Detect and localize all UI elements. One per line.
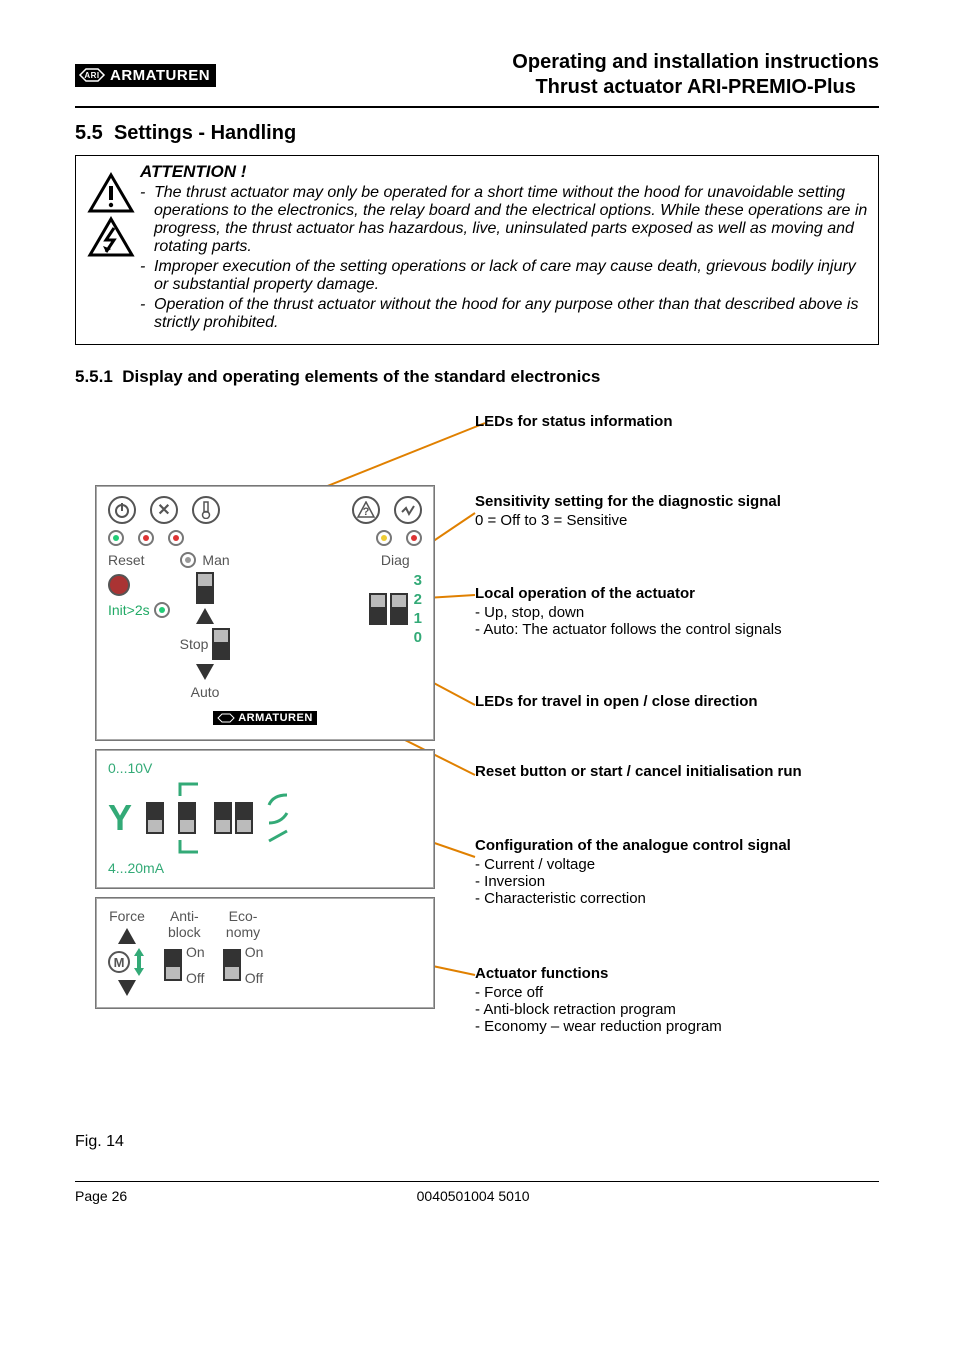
attention-body: ATTENTION ! -The thrust actuator may onl… <box>140 162 868 334</box>
falling-icon <box>178 838 200 854</box>
panel-off-label: Off <box>245 970 264 986</box>
rising-icon <box>178 782 200 798</box>
callout-leds-status: LEDs for status information <box>475 413 905 430</box>
led-icon <box>376 530 392 546</box>
curve-icon <box>267 793 289 807</box>
panel-antiblock-label: Anti- block <box>168 908 201 940</box>
diag-icon <box>394 496 422 524</box>
dip-switch-icon <box>196 572 214 604</box>
led-icon <box>406 530 422 546</box>
attention-box: ATTENTION ! -The thrust actuator may onl… <box>75 155 879 345</box>
page-footer: Page 26 0040501004 5010 <box>75 1181 879 1204</box>
panel-off-label: Off <box>186 970 205 986</box>
dip-switch-icon <box>214 802 253 834</box>
header-line2: Thrust actuator ARI-PREMIO-Plus <box>512 75 879 100</box>
panel-functions-section: Force M Anti- block On <box>95 897 435 1009</box>
footer-page: Page 26 <box>75 1188 127 1204</box>
attention-icons <box>82 162 140 334</box>
callout-sensitivity: Sensitivity setting for the diagnostic s… <box>475 493 905 529</box>
diag-level-numbers: 3 2 1 0 <box>414 572 422 646</box>
attention-item: -Improper execution of the setting opera… <box>140 258 868 294</box>
led-icon <box>168 530 184 546</box>
triangle-up-icon <box>196 608 214 624</box>
section-number: 5.5 <box>75 122 103 144</box>
brand-diamond-icon: ARI <box>78 68 106 82</box>
footer-doc: 0040501004 5010 <box>417 1188 530 1204</box>
panel-on-label: On <box>245 944 264 960</box>
list-item: - Characteristic correction <box>475 890 905 907</box>
curve-icon <box>267 811 289 825</box>
brand-logo: ARI ARMATUREN <box>75 64 216 87</box>
svg-text:?: ? <box>363 506 370 518</box>
panel-reset-label: Reset <box>108 552 170 568</box>
m-icon: M <box>108 951 130 973</box>
header-line1: Operating and installation instructions <box>512 50 879 75</box>
warning-icon <box>87 172 135 214</box>
dip-switch-icon <box>146 802 164 834</box>
led-icon <box>154 602 170 618</box>
panel-top-section: ✕ ? Reset <box>95 485 435 741</box>
list-item: - Economy – wear reduction program <box>475 1018 905 1035</box>
figure-label: Fig. 14 <box>75 1133 879 1151</box>
panel-man-label: Man <box>202 552 229 568</box>
callout-actuator-functions: Actuator functions - Force off - Anti-bl… <box>475 965 905 1035</box>
diagram-area: ✕ ? Reset <box>75 405 879 1125</box>
list-item: - Current / voltage <box>475 856 905 873</box>
triangle-down-icon <box>196 664 214 680</box>
callout-leds-travel: LEDs for travel in open / close directio… <box>475 693 905 710</box>
header-rule <box>75 106 879 108</box>
list-item: - Force off <box>475 984 905 1001</box>
dip-switch-icon <box>164 949 182 981</box>
section-title: Settings - Handling <box>114 122 296 144</box>
panel-signal-section: 0...10V Y <box>95 749 435 889</box>
callout-analogue-config: Configuration of the analogue control si… <box>475 837 905 907</box>
power-icon <box>108 496 136 524</box>
temperature-icon <box>192 496 220 524</box>
led-icon <box>108 530 124 546</box>
list-item: - Inversion <box>475 873 905 890</box>
dip-switch-icon <box>178 802 200 834</box>
subhead-number: 5.5.1 <box>75 367 113 386</box>
list-item: - Anti-block retraction program <box>475 1001 905 1018</box>
section-heading: 5.5 Settings - Handling <box>75 122 879 145</box>
panel-economy-label: Eco- nomy <box>226 908 260 940</box>
led-icon <box>180 552 196 568</box>
attention-item: -Operation of the thrust actuator withou… <box>140 296 868 332</box>
brand-text: ARMATUREN <box>110 67 210 84</box>
list-item: - Up, stop, down <box>475 604 905 621</box>
panel-on-label: On <box>186 944 205 960</box>
page-header: ARI ARMATUREN Operating and installation… <box>75 50 879 100</box>
dip-switch-icon <box>212 628 230 660</box>
header-titles: Operating and installation instructions … <box>512 50 879 100</box>
panel-diag-label: Diag <box>381 552 410 568</box>
triangle-up-icon <box>118 928 136 944</box>
panel-stop-label: Stop <box>180 636 209 652</box>
attention-title: ATTENTION ! <box>140 162 868 182</box>
callout-reset-button: Reset button or start / cancel initialis… <box>475 763 905 780</box>
control-panel-graphic: ✕ ? Reset <box>95 485 435 1017</box>
panel-brand-strip: ARMATUREN <box>213 711 317 725</box>
reset-button-icon <box>108 574 130 596</box>
list-item: - Auto: The actuator follows the control… <box>475 621 905 638</box>
sub-heading: 5.5.1 Display and operating elements of … <box>75 367 879 387</box>
attention-item: -The thrust actuator may only be operate… <box>140 184 868 256</box>
panel-010v-label: 0...10V <box>108 760 422 776</box>
linear-icon <box>267 829 289 843</box>
panel-force-label: Force <box>109 908 145 924</box>
panel-420ma-label: 4...20mA <box>108 860 422 876</box>
panel-init-label: Init>2s <box>108 602 150 618</box>
dip-switch-icon <box>369 593 408 625</box>
callout-local-operation: Local operation of the actuator - Up, st… <box>475 585 905 638</box>
panel-y-label: Y <box>108 797 132 839</box>
panel-auto-label: Auto <box>191 684 220 700</box>
question-icon: ? <box>352 496 380 524</box>
triangle-down-icon <box>118 980 136 996</box>
dip-switch-icon <box>223 949 241 981</box>
electric-hazard-icon <box>87 216 135 258</box>
error-icon: ✕ <box>150 496 178 524</box>
led-icon <box>138 530 154 546</box>
svg-text:ARI: ARI <box>84 71 99 80</box>
subhead-title: Display and operating elements of the st… <box>122 367 600 386</box>
updown-arrow-icon <box>132 948 146 976</box>
